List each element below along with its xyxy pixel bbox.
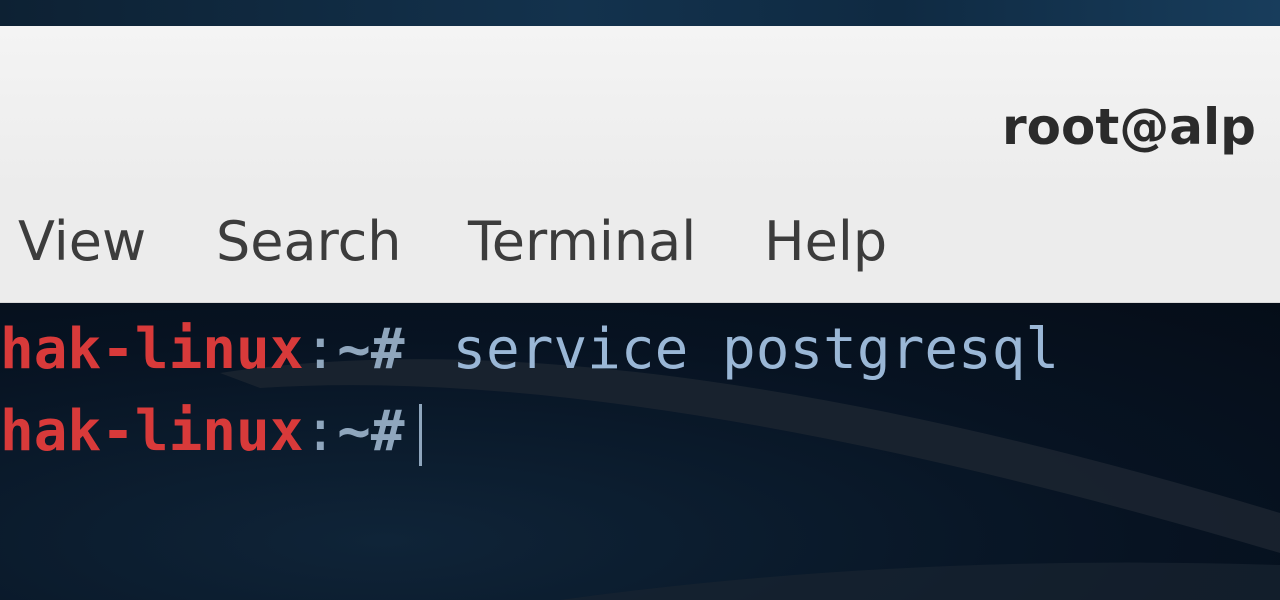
terminal-line-1: hak-linux:~# service postgresql: [0, 317, 1059, 382]
prompt-host: hak-linux: [0, 317, 304, 382]
terminal-line-2[interactable]: hak-linux:~#: [0, 399, 422, 466]
menu-terminal[interactable]: Terminal: [468, 210, 696, 273]
window-titlebar[interactable]: root@alp: [0, 26, 1280, 190]
prompt-separator: :: [303, 317, 338, 382]
menu-view[interactable]: View: [18, 210, 146, 273]
prompt-path: ~#: [337, 317, 405, 382]
terminal-area[interactable]: hak-linux:~# service postgresql hak-linu…: [0, 303, 1280, 600]
desktop-background-strip: [0, 0, 1280, 26]
menu-search[interactable]: Search: [216, 210, 402, 273]
command-text: service postgresql: [452, 317, 1060, 382]
prompt-path: ~#: [337, 399, 405, 464]
menu-help[interactable]: Help: [764, 210, 887, 273]
text-cursor: [418, 403, 422, 466]
window-title: root@alp: [1002, 98, 1256, 156]
prompt-host: hak-linux: [0, 399, 304, 464]
prompt-separator: :: [303, 399, 338, 464]
